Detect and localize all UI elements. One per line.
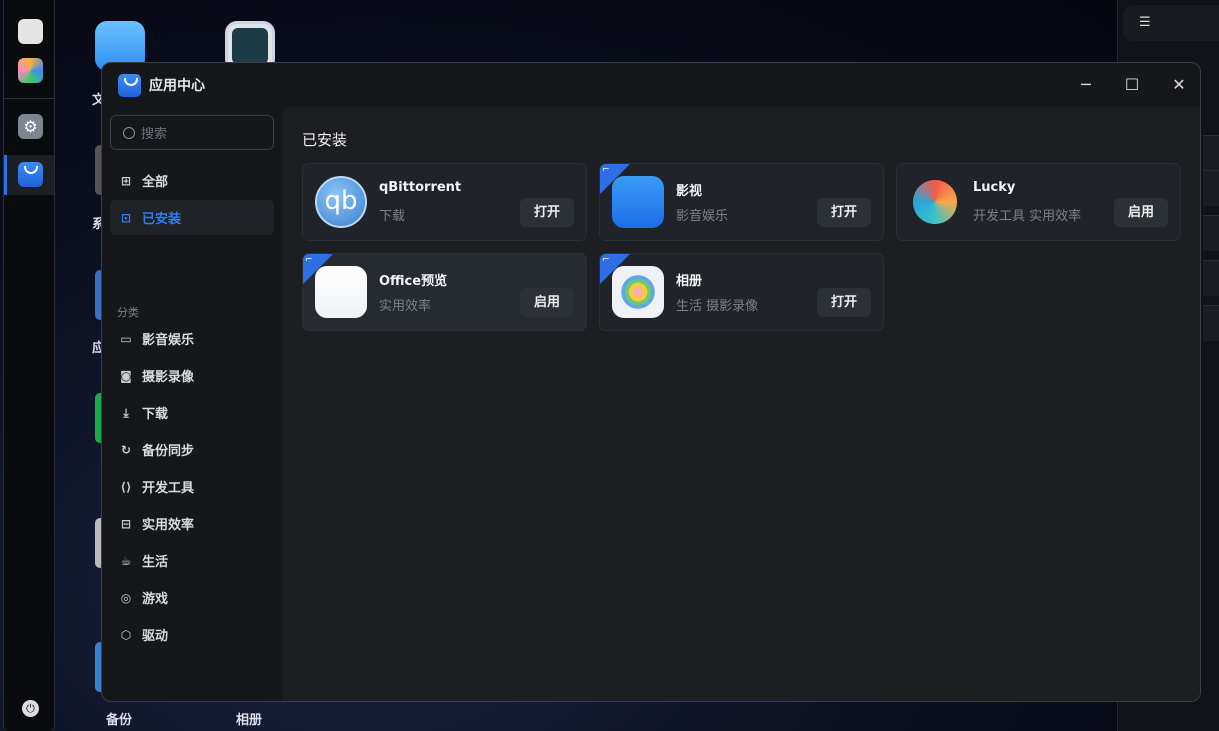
category-item[interactable]: ◙ 摄影录像 <box>110 358 274 393</box>
filter-settings-icon[interactable]: ☰ <box>1139 15 1151 30</box>
category-label: 摄影录像 <box>142 370 195 385</box>
app-icon <box>912 179 958 225</box>
app-action-button[interactable]: 启用 <box>520 288 574 317</box>
main-content: 已安装 qb qBittorrent 下载 打开 ⌐ 影视 影音娱乐 打开 Lu… <box>282 107 1200 701</box>
official-badge-icon: ⌐ <box>600 164 630 194</box>
category-item[interactable]: ⤓ 下载 <box>110 395 274 430</box>
app-action-button[interactable]: 启用 <box>1114 198 1168 227</box>
app-action-button[interactable]: 打开 <box>817 288 871 317</box>
category-label: 驱动 <box>142 629 169 644</box>
monitor-icon[interactable] <box>18 19 43 44</box>
category-label: 游戏 <box>142 592 169 607</box>
dock-divider <box>4 98 54 99</box>
category-label: 开发工具 <box>142 481 195 496</box>
sidebar: 搜索 ⊞ 全部 ⊡ 已安装 分类 ▭ 影音娱乐 ◙ 摄影录像 ⤓ 下载 ↻ 备份同步 ⟨⟩ 开发工具 ⊟… <box>102 107 282 701</box>
category-icon: ⟨⟩ <box>120 479 132 494</box>
installed-box-icon: ⊡ <box>120 210 132 225</box>
panel-row <box>1203 215 1219 251</box>
close-button[interactable]: ✕ <box>1167 73 1191 97</box>
category-label: 备份同步 <box>142 444 195 459</box>
category-icon: ⊟ <box>120 516 132 531</box>
desktop-label-photos[interactable]: 相册 <box>236 709 262 728</box>
power-icon[interactable]: ⏻ <box>22 700 39 717</box>
panel-row <box>1203 305 1219 341</box>
app-tags: 影音娱乐 <box>676 209 729 224</box>
category-item[interactable]: ◎ 游戏 <box>110 580 274 615</box>
app-card[interactable]: ⌐ 相册 生活 摄影录像 打开 <box>599 253 884 331</box>
category-icon: ◎ <box>120 590 132 605</box>
app-card[interactable]: ⌐ Office预览 实用效率 启用 <box>302 253 587 331</box>
minimize-button[interactable]: ─ <box>1074 73 1098 97</box>
settings-icon[interactable]: ⚙ <box>18 114 43 139</box>
apps-icon[interactable] <box>18 58 43 83</box>
app-tags: 生活 摄影录像 <box>676 299 759 314</box>
store-icon[interactable] <box>18 162 43 187</box>
app-name: 相册 <box>676 274 703 289</box>
app-name: qBittorrent <box>379 180 462 195</box>
app-tags: 下载 <box>379 209 406 224</box>
category-icon: ☕ <box>120 553 132 568</box>
category-icon: ⤓ <box>123 405 129 420</box>
category-icon: ⬡ <box>120 627 132 642</box>
official-badge-icon: ⌐ <box>303 254 333 284</box>
app-tags: 实用效率 <box>379 299 432 314</box>
search-input[interactable]: 搜索 <box>110 115 274 150</box>
app-tags: 开发工具 实用效率 <box>973 209 1082 224</box>
grid-icon: ⊞ <box>120 173 132 188</box>
app-card[interactable]: qb qBittorrent 下载 打开 <box>302 163 587 241</box>
category-item[interactable]: ☕ 生活 <box>110 543 274 578</box>
category-icon: ↻ <box>120 442 132 457</box>
app-name: 影视 <box>676 184 703 199</box>
search-placeholder: 搜索 <box>141 127 168 142</box>
nav-label: 已安装 <box>142 212 182 227</box>
dock: ⚙ ⏻ <box>3 0 55 731</box>
official-badge-icon: ⌐ <box>600 254 630 284</box>
app-card[interactable]: ⌐ 影视 影音娱乐 打开 <box>599 163 884 241</box>
panel-row <box>1203 135 1219 171</box>
category-item[interactable]: ⊟ 实用效率 <box>110 506 274 541</box>
category-label: 生活 <box>142 555 169 570</box>
maximize-button[interactable]: ☐ <box>1120 73 1144 97</box>
search-icon <box>123 126 135 139</box>
panel-row <box>1203 260 1219 296</box>
panel-row <box>1203 170 1219 206</box>
nav-label: 全部 <box>142 175 169 190</box>
app-name: Lucky <box>973 180 1016 195</box>
app-name: Office预览 <box>379 274 448 289</box>
window-title: 应用中心 <box>149 78 205 94</box>
desktop-label-backup[interactable]: 备份 <box>106 709 132 728</box>
category-icon: ▭ <box>120 331 132 346</box>
app-action-button[interactable]: 打开 <box>520 198 574 227</box>
category-item[interactable]: ⟨⟩ 开发工具 <box>110 469 274 504</box>
app-center-window: 应用中心 ─ ☐ ✕ 搜索 ⊞ 全部 ⊡ 已安装 分类 ▭ 影音娱乐 ◙ 摄影录像 ⤓ 下载 ↻… <box>101 62 1201 702</box>
category-label: 实用效率 <box>142 518 195 533</box>
category-item[interactable]: ▭ 影音娱乐 <box>110 321 274 356</box>
category-item[interactable]: ⬡ 驱动 <box>110 617 274 652</box>
app-icon: qb <box>315 176 367 228</box>
category-heading: 分类 <box>117 306 139 319</box>
nav-installed[interactable]: ⊡ 已安装 <box>110 200 274 235</box>
category-item[interactable]: ↻ 备份同步 <box>110 432 274 467</box>
category-label: 影音娱乐 <box>142 333 195 348</box>
title-bar[interactable]: 应用中心 <box>102 63 1200 107</box>
widget-header[interactable]: ☰ <box>1123 5 1219 41</box>
store-logo-icon <box>118 73 141 97</box>
section-heading: 已安装 <box>302 131 348 149</box>
app-card[interactable]: Lucky 开发工具 实用效率 启用 <box>896 163 1181 241</box>
category-label: 下载 <box>142 407 169 422</box>
nav-all[interactable]: ⊞ 全部 <box>110 163 274 198</box>
app-action-button[interactable]: 打开 <box>817 198 871 227</box>
category-icon: ◙ <box>120 368 132 383</box>
